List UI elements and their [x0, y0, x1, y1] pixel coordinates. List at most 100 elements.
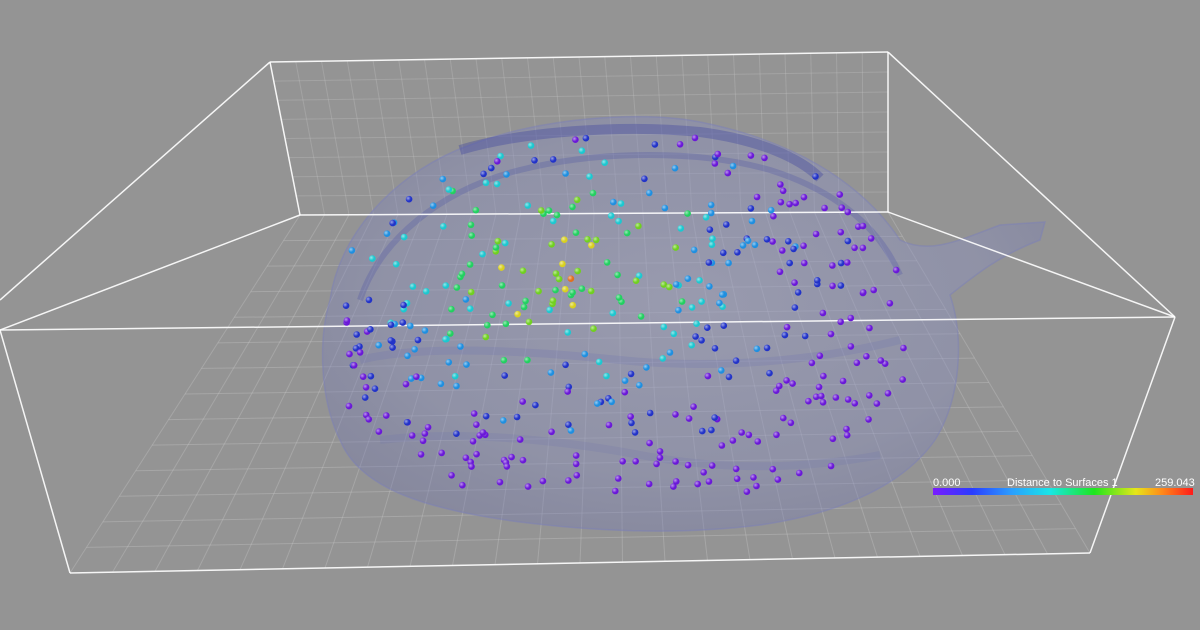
- spot-highlight: [744, 237, 752, 244]
- spot-highlight: [587, 287, 595, 295]
- spot-highlight: [711, 345, 719, 352]
- spot-highlight: [672, 411, 679, 418]
- spot-highlight: [863, 353, 870, 360]
- spot-highlight: [750, 474, 757, 481]
- spot-highlight: [484, 321, 491, 329]
- spot-highlight: [567, 275, 575, 283]
- spot-highlight: [800, 242, 807, 250]
- spot-highlight: [445, 186, 453, 193]
- scene-canvas[interactable]: [0, 0, 1200, 630]
- spot-highlight: [537, 207, 545, 214]
- spot-highlight: [774, 476, 782, 483]
- spot-highlight: [704, 372, 712, 380]
- spot-highlight: [708, 426, 715, 434]
- spot-highlight: [829, 262, 836, 269]
- spot-highlight: [621, 388, 629, 396]
- spot-highlight: [791, 279, 798, 287]
- spot-highlight: [503, 463, 511, 470]
- spot-highlight: [590, 325, 597, 333]
- spot-highlight: [473, 450, 480, 458]
- cell-surface[interactable]: [321, 115, 1047, 532]
- spot-highlight: [820, 372, 827, 380]
- spot-highlight: [519, 456, 527, 464]
- spot-highlight: [853, 359, 861, 367]
- spot-highlight: [670, 330, 678, 338]
- spot-highlight: [789, 380, 796, 387]
- 3d-viewport[interactable]: 0.000 Distance to Surfaces 1 259.043: [0, 0, 1200, 630]
- spot-highlight: [671, 164, 679, 172]
- spot-highlight: [819, 309, 827, 317]
- spot-highlight: [610, 198, 617, 206]
- spot-highlight: [761, 154, 768, 162]
- spot-highlight: [773, 431, 780, 439]
- spot-highlight: [462, 454, 470, 462]
- spot-highlight: [565, 421, 572, 429]
- spot-highlight: [873, 400, 881, 407]
- spot-highlight: [767, 206, 775, 214]
- spot-highlight: [745, 431, 753, 439]
- spot-highlight: [899, 376, 906, 383]
- spot-highlight: [588, 242, 595, 249]
- spot-highlight: [519, 267, 527, 275]
- spot-highlight: [632, 277, 640, 285]
- spot-highlight: [429, 202, 437, 209]
- spot-highlight: [821, 204, 828, 212]
- spot-highlight: [508, 453, 515, 461]
- spot-highlight: [812, 173, 819, 180]
- spot-highlight: [867, 235, 875, 242]
- spot-highlight: [445, 359, 453, 366]
- spot-highlight: [839, 377, 847, 385]
- spot-highlight: [656, 454, 664, 462]
- spot-highlight: [628, 419, 635, 427]
- spot-highlight: [524, 356, 531, 364]
- spot-highlight: [532, 401, 539, 409]
- spot-highlight: [653, 460, 660, 468]
- spot-highlight: [780, 414, 787, 422]
- spot-highlight: [447, 330, 454, 337]
- spot-highlight: [711, 414, 718, 421]
- spot-highlight: [473, 421, 480, 429]
- spot-highlight: [632, 458, 639, 465]
- spot-highlight: [702, 214, 710, 221]
- spot-highlight: [564, 329, 572, 336]
- spot-highlight: [582, 134, 590, 142]
- spot-highlight: [718, 367, 725, 374]
- spot-highlight: [829, 435, 837, 443]
- spot-highlight: [494, 237, 502, 245]
- spot-highlight: [343, 317, 351, 324]
- spot-highlight: [707, 201, 715, 209]
- spot-highlight: [699, 427, 706, 435]
- spot-highlight: [705, 478, 713, 485]
- spot-highlight: [547, 369, 555, 376]
- spot-highlight: [498, 264, 505, 271]
- spot-highlight: [816, 352, 824, 360]
- spot-highlight: [472, 206, 480, 214]
- spot-highlight: [646, 439, 653, 447]
- spot-highlight: [836, 191, 844, 198]
- spot-highlight: [411, 346, 419, 353]
- spot-highlight: [818, 392, 825, 400]
- spot-highlight: [524, 202, 532, 209]
- spot-highlight: [859, 222, 867, 230]
- spot-highlight: [375, 428, 383, 435]
- spot-highlight: [753, 345, 761, 353]
- spot-highlight: [348, 247, 356, 254]
- spot-highlight: [457, 343, 464, 350]
- spot-highlight: [729, 437, 737, 444]
- spot-highlight: [468, 232, 476, 239]
- spot-highlight: [786, 200, 793, 208]
- spot-highlight: [520, 303, 528, 311]
- spot-highlight: [559, 260, 566, 268]
- spot-highlight: [734, 249, 741, 256]
- spot-highlight: [707, 209, 715, 217]
- spot-highlight: [387, 321, 395, 329]
- spot-highlight: [371, 385, 379, 393]
- spot-highlight: [413, 373, 420, 381]
- spot-highlight: [595, 358, 603, 366]
- spot-highlight: [673, 478, 680, 485]
- spot-highlight: [402, 380, 410, 388]
- spot-highlight: [837, 228, 845, 236]
- spot-highlight: [552, 270, 560, 277]
- spot-highlight: [440, 223, 447, 230]
- spot-highlight: [684, 275, 692, 283]
